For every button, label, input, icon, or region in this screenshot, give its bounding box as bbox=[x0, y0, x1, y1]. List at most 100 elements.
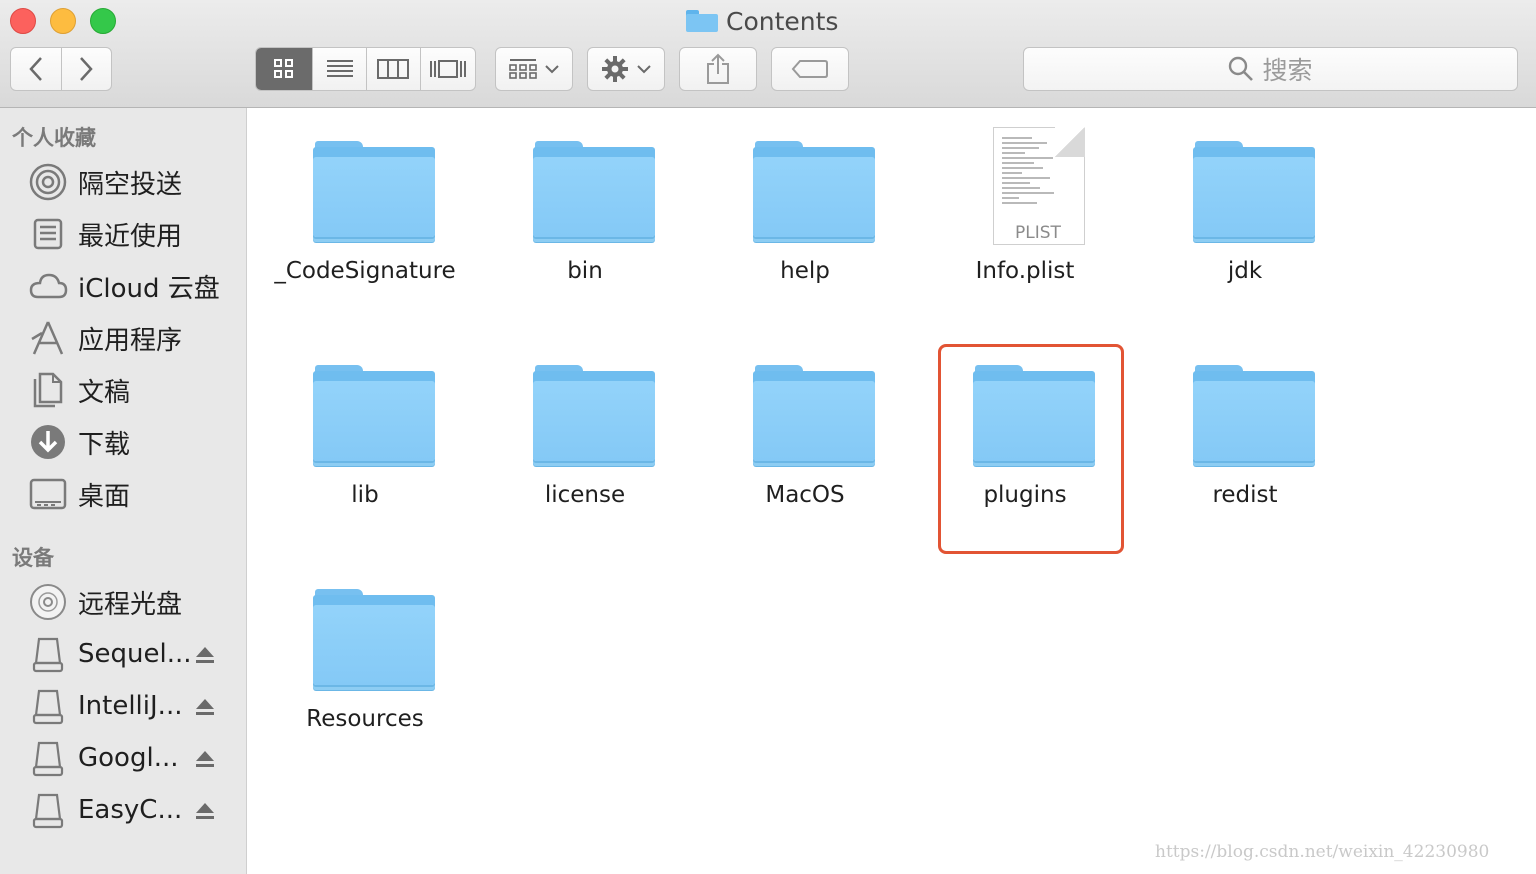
window-title-text: Contents bbox=[726, 6, 839, 36]
documents-icon bbox=[28, 370, 68, 410]
column-view-button[interactable] bbox=[367, 48, 421, 90]
watermark-text: https://blog.csdn.net/weixin_42230980 bbox=[1155, 842, 1490, 862]
zoom-window-button[interactable] bbox=[90, 8, 116, 34]
chevron-right-icon bbox=[80, 57, 93, 81]
disk-icon bbox=[28, 686, 68, 726]
plist-document-icon: PLIST bbox=[993, 127, 1085, 245]
folder-icon bbox=[313, 365, 435, 461]
sidebar-header-favorites: 个人收藏 bbox=[12, 126, 96, 150]
file-item-folder[interactable]: Resources bbox=[255, 556, 475, 756]
file-name: Resources bbox=[306, 706, 424, 732]
sidebar-item-icloud[interactable]: iCloud 云盘 bbox=[28, 264, 238, 308]
file-name: license bbox=[544, 482, 626, 508]
sidebar-header-devices: 设备 bbox=[12, 546, 54, 570]
sidebar-item-label: 隔空投送 bbox=[78, 169, 183, 200]
folder-icon bbox=[686, 10, 718, 32]
gear-icon bbox=[602, 56, 628, 82]
share-icon bbox=[707, 53, 729, 84]
disk-icon bbox=[28, 634, 68, 674]
sidebar: 个人收藏 隔空投送 最近使用 iCloud 云盘 应用程序 文稿 下载 桌面 设… bbox=[0, 108, 247, 874]
recents-icon bbox=[28, 214, 68, 254]
desktop-icon bbox=[28, 474, 68, 514]
eject-icon[interactable] bbox=[194, 696, 216, 718]
file-name: lib bbox=[351, 482, 379, 508]
file-name: help bbox=[780, 258, 830, 284]
folder-icon bbox=[313, 589, 435, 685]
file-item-folder[interactable]: help bbox=[695, 108, 915, 308]
file-item-folder[interactable]: lib bbox=[255, 332, 475, 532]
chevron-down-icon bbox=[637, 65, 651, 74]
icon-view-icon bbox=[274, 59, 294, 78]
tag-button[interactable] bbox=[771, 47, 849, 91]
file-name: bin bbox=[567, 258, 603, 284]
sidebar-item-desktop[interactable]: 桌面 bbox=[28, 472, 238, 516]
search-field[interactable]: 搜索 bbox=[1023, 47, 1518, 91]
group-button[interactable] bbox=[495, 47, 573, 91]
icon-view-button[interactable] bbox=[256, 48, 314, 90]
sidebar-item-label: 桌面 bbox=[78, 481, 131, 512]
minimize-window-button[interactable] bbox=[50, 8, 76, 34]
view-mode-control bbox=[255, 47, 476, 91]
disk-icon bbox=[28, 738, 68, 778]
list-view-button[interactable] bbox=[313, 48, 367, 90]
sidebar-item-label: iCloud 云盘 bbox=[78, 273, 220, 304]
folder-icon bbox=[753, 365, 875, 461]
airdrop-icon bbox=[28, 162, 68, 202]
file-item-folder[interactable]: MacOS bbox=[695, 332, 915, 532]
sidebar-item-label: 下载 bbox=[78, 429, 131, 460]
share-button[interactable] bbox=[679, 47, 757, 91]
column-view-icon bbox=[377, 59, 410, 79]
sidebar-item-label: 最近使用 bbox=[78, 221, 183, 252]
sidebar-item-label: EasyC... bbox=[78, 795, 183, 825]
sidebar-item-label: Googl... bbox=[78, 743, 179, 773]
sidebar-item-remote-disc[interactable]: 远程光盘 bbox=[28, 580, 238, 624]
file-item-folder[interactable]: bin bbox=[475, 108, 695, 308]
file-name: Info.plist bbox=[975, 258, 1075, 284]
plist-badge: PLIST bbox=[1015, 223, 1061, 243]
eject-icon[interactable] bbox=[194, 644, 216, 666]
folder-icon bbox=[753, 141, 875, 237]
folder-icon bbox=[533, 141, 655, 237]
cover-flow-icon bbox=[429, 60, 466, 78]
folder-icon bbox=[1193, 365, 1315, 461]
folder-icon bbox=[1193, 141, 1315, 237]
file-item-plist[interactable]: PLIST Info.plist bbox=[915, 108, 1135, 308]
applications-icon bbox=[28, 318, 68, 358]
sidebar-item-label: 文稿 bbox=[78, 377, 131, 408]
file-name: _CodeSignature bbox=[274, 258, 456, 284]
window-title: Contents bbox=[686, 6, 838, 36]
list-view-icon bbox=[326, 60, 353, 77]
file-name: jdk bbox=[1227, 258, 1263, 284]
folder-icon bbox=[313, 141, 435, 237]
chevron-left-icon bbox=[29, 57, 42, 81]
sidebar-item-recents[interactable]: 最近使用 bbox=[28, 212, 238, 256]
file-name: redist bbox=[1212, 482, 1278, 508]
eject-icon[interactable] bbox=[194, 800, 216, 822]
cover-flow-view-button[interactable] bbox=[421, 48, 475, 90]
file-item-folder[interactable]: license bbox=[475, 332, 695, 532]
forward-button[interactable] bbox=[62, 48, 112, 90]
optical-disc-icon bbox=[28, 582, 68, 622]
file-item-folder[interactable]: redist bbox=[1135, 332, 1355, 532]
chevron-down-icon bbox=[545, 65, 559, 74]
file-item-folder[interactable]: jdk bbox=[1135, 108, 1355, 308]
eject-icon[interactable] bbox=[194, 748, 216, 770]
sidebar-item-applications[interactable]: 应用程序 bbox=[28, 316, 238, 360]
tag-icon bbox=[791, 60, 828, 78]
sidebar-item-documents[interactable]: 文稿 bbox=[28, 368, 238, 412]
search-placeholder: 搜索 bbox=[1262, 56, 1313, 85]
toolbar: Contents 搜索 bbox=[0, 0, 1536, 108]
group-grid-icon bbox=[509, 59, 537, 79]
file-item-folder[interactable]: _CodeSignature bbox=[255, 108, 475, 308]
search-icon bbox=[1229, 56, 1254, 81]
disk-icon bbox=[28, 790, 68, 830]
close-window-button[interactable] bbox=[10, 8, 36, 34]
sidebar-item-downloads[interactable]: 下载 bbox=[28, 420, 238, 464]
back-button[interactable] bbox=[11, 48, 62, 90]
sidebar-item-label: IntelliJ... bbox=[78, 691, 183, 721]
sidebar-item-airdrop[interactable]: 隔空投送 bbox=[28, 160, 238, 204]
file-name: MacOS bbox=[765, 482, 845, 508]
cloud-icon bbox=[28, 266, 68, 306]
downloads-icon bbox=[28, 422, 68, 462]
action-button[interactable] bbox=[587, 47, 665, 91]
